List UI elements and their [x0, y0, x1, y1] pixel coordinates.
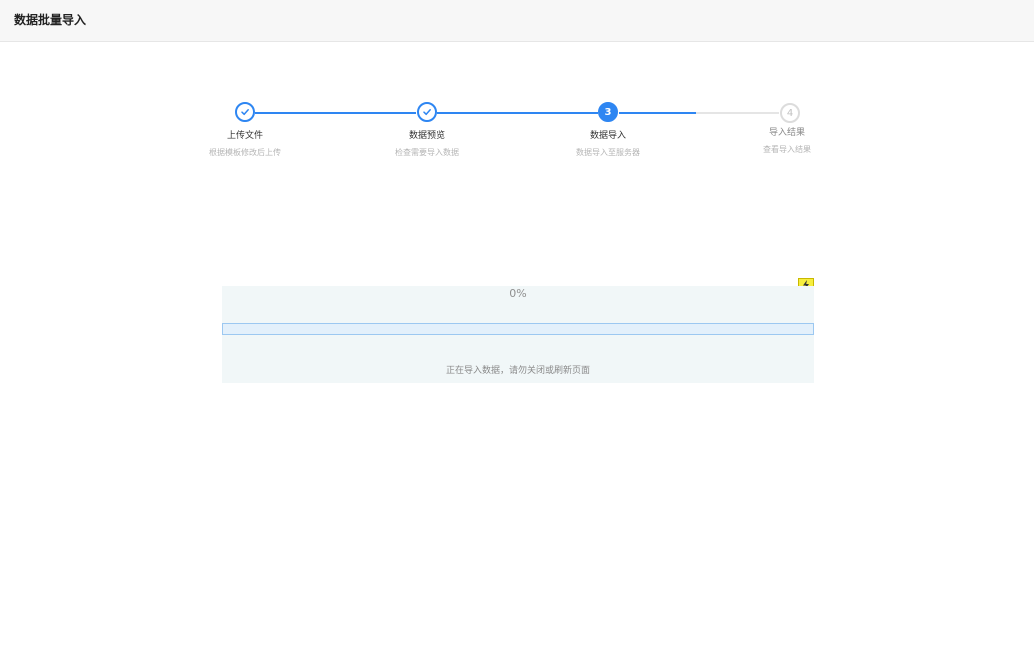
import-progress-panel: 0% 正在导入数据，请勿关闭或刷新页面 [222, 286, 814, 383]
step-3-description: 数据导入至服务器 [576, 148, 640, 157]
step-1-title: 上传文件 [226, 131, 263, 141]
step-1-description: 根据模板修改后上传 [209, 148, 281, 157]
import-status-text: 正在导入数据，请勿关闭或刷新页面 [445, 366, 590, 376]
step-connector-2-3 [437, 112, 598, 114]
progress-percent-label: 0% [509, 287, 527, 300]
step-connector-1-2 [255, 112, 416, 114]
step-connector-3-active [619, 112, 696, 114]
step-3-title: 数据导入 [589, 131, 626, 141]
step-4-number: 4 [780, 103, 800, 123]
step-4-title: 导入结果 [768, 128, 805, 138]
step-3-number: 3 [598, 102, 618, 122]
import-steps: 上传文件 根据模板修改后上传 数据预览 检查需要导入数据 3 数据导入 数据导入… [0, 0, 1034, 170]
step-1-check-icon [235, 102, 255, 122]
progress-bar [222, 323, 814, 335]
step-connector-3-4 [696, 112, 779, 114]
step-4-description: 查看导入结果 [763, 145, 811, 154]
step-2-check-icon [417, 102, 437, 122]
step-2-description: 检查需要导入数据 [395, 148, 459, 157]
step-2-title: 数据预览 [408, 131, 445, 141]
